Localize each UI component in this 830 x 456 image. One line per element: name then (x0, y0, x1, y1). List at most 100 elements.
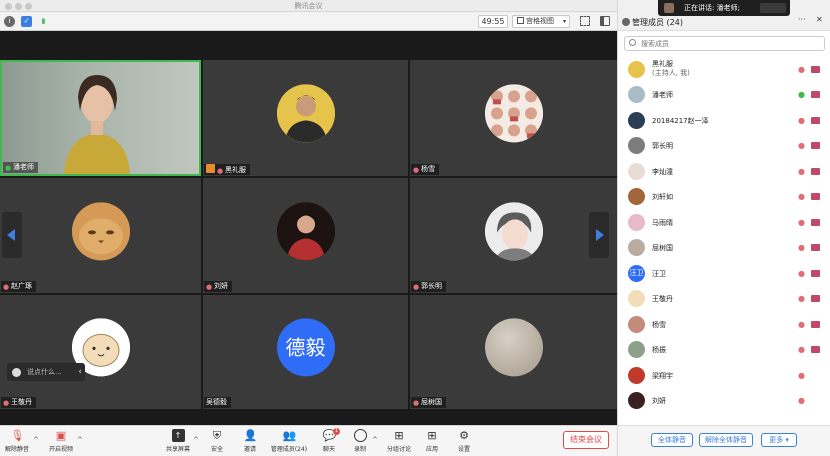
chevron-up-icon[interactable]: ^ (77, 436, 83, 444)
share-screen-label: 共享屏幕 (165, 446, 190, 453)
video-off-icon[interactable] (811, 168, 820, 175)
more-options-icon[interactable]: ··· (798, 15, 806, 24)
invite-button[interactable]: 👤 邀请 (233, 429, 267, 455)
video-tile[interactable]: ● 屈树国 (410, 295, 617, 409)
participant-name: 屈树国 (421, 398, 442, 406)
mic-muted-icon[interactable]: ● (798, 371, 805, 380)
member-row[interactable]: 郭长明 ● (618, 133, 830, 159)
chevron-left-icon[interactable]: ‹ (78, 363, 82, 381)
mic-icon[interactable]: ● (798, 90, 805, 99)
video-tile[interactable]: ● 潘老师 (0, 60, 201, 176)
record-icon (353, 429, 367, 442)
video-off-icon[interactable] (811, 66, 820, 73)
close-icon[interactable]: ✕ (816, 15, 823, 24)
member-search[interactable] (624, 36, 825, 51)
member-row[interactable]: 杨振 ● (618, 337, 830, 363)
share-screen-button[interactable]: ↑ 共享屏幕 (161, 429, 195, 455)
member-row[interactable]: 梁翔宇 ● (618, 363, 830, 389)
mic-muted-icon[interactable]: ● (798, 141, 805, 150)
member-row[interactable]: 潘老师 ● (618, 82, 830, 108)
member-row[interactable]: 刘妍 ● (618, 388, 830, 414)
mic-muted-icon[interactable]: ● (798, 167, 805, 176)
chat-button[interactable]: 💬 1 聊天 (312, 428, 346, 455)
mic-muted-icon: ● (413, 166, 420, 174)
member-search-input[interactable] (641, 38, 821, 49)
end-meeting-button[interactable]: 结束会议 (563, 431, 609, 449)
video-grid: ● 潘老师 ● 黑礼服 ● 杨雪 ● 赵广琢 ● 刘妍 ● 郭长明 ● 王敬丹 … (0, 31, 617, 425)
mic-muted-icon[interactable]: ● (798, 192, 805, 201)
member-row[interactable]: 汪卫 汪卫 ● (618, 261, 830, 287)
member-row[interactable]: 屈树国 ● (618, 235, 830, 261)
mic-muted-icon: ● (206, 283, 213, 291)
emoji-icon[interactable] (12, 368, 21, 377)
video-off-icon[interactable] (811, 193, 820, 200)
mic-muted-icon[interactable]: ● (798, 65, 805, 74)
more-button[interactable]: 更多 ▾ (761, 433, 797, 447)
info-icon[interactable]: i (4, 16, 15, 27)
member-avatar (628, 163, 645, 180)
participant-name: 黑礼服 (225, 166, 246, 174)
mic-muted-icon[interactable]: ● (798, 243, 805, 252)
member-name: 王敬丹 (652, 295, 673, 303)
fullscreen-icon[interactable] (580, 16, 590, 26)
member-row[interactable]: 王敬丹 ● (618, 286, 830, 312)
sidebar-toggle-icon[interactable] (600, 16, 610, 26)
member-row[interactable]: 马雨晴 ● (618, 210, 830, 236)
video-off-icon[interactable] (811, 270, 820, 277)
member-row[interactable]: 李灿潼 ● (618, 159, 830, 185)
security-label: 安全 (210, 446, 223, 453)
video-off-icon[interactable] (811, 346, 820, 353)
quick-chat-input[interactable]: 说点什么... ‹ (7, 363, 85, 381)
participant-avatar: 德毅 (276, 318, 335, 377)
member-row[interactable]: 20184217赵一泽 ● (618, 108, 830, 134)
video-tile[interactable]: 德毅 吴德毅 (203, 295, 408, 409)
next-page-button[interactable] (589, 212, 609, 258)
video-tile[interactable]: ● 黑礼服 (203, 60, 408, 176)
signal-icon[interactable]: ▮ (38, 16, 49, 27)
mic-muted-icon[interactable]: ● (798, 294, 805, 303)
manage-members-button[interactable]: 👥 管理成员(24) (267, 429, 311, 455)
video-tile[interactable]: ● 赵广琢 (0, 178, 201, 293)
video-off-icon[interactable] (811, 91, 820, 98)
video-tile[interactable]: ● 杨雪 (410, 60, 617, 176)
video-off-icon[interactable] (811, 142, 820, 149)
unmute-button[interactable]: 🎙 解除静音 (0, 429, 34, 455)
video-tile[interactable]: ● 郭长明 (410, 178, 617, 293)
start-video-button[interactable]: ▣ 开启视频 (44, 429, 78, 455)
apps-button[interactable]: ⊞ 应用 (415, 429, 449, 455)
mic-muted-icon[interactable]: ● (798, 269, 805, 278)
shield-icon[interactable]: ✓ (21, 16, 32, 27)
gear-icon: ⚙ (459, 429, 469, 442)
participant-name: 潘老师 (13, 163, 34, 171)
mic-muted-icon[interactable]: ● (798, 218, 805, 227)
member-name: 汪卫 (652, 270, 666, 278)
participant-name-tag: ● 郭长明 (411, 281, 446, 292)
mic-muted-icon[interactable]: ● (798, 396, 805, 405)
video-off-icon[interactable] (811, 244, 820, 251)
member-row[interactable]: 杨雪 ● (618, 312, 830, 338)
share-screen-icon: ↑ (171, 429, 185, 442)
member-row[interactable]: 黑礼服 (主持人, 我) ● (618, 57, 830, 83)
settings-button[interactable]: ⚙ 设置 (447, 429, 481, 455)
volume-icon (760, 3, 786, 13)
video-off-icon[interactable] (811, 321, 820, 328)
video-off-icon[interactable] (811, 117, 820, 124)
video-off-icon[interactable] (811, 295, 820, 302)
video-off-icon[interactable] (811, 219, 820, 226)
member-name: 杨雪 (652, 321, 666, 329)
video-tile[interactable]: ● 王敬丹 (0, 295, 201, 409)
record-button[interactable]: 录制 (343, 429, 377, 455)
breakout-rooms-button[interactable]: ⊞ 分组讨论 (382, 429, 416, 455)
mic-muted-icon[interactable]: ● (798, 345, 805, 354)
video-tile[interactable]: ● 刘妍 (203, 178, 408, 293)
mute-all-button[interactable]: 全体静音 (651, 433, 693, 447)
chevron-up-icon[interactable]: ^ (193, 436, 199, 444)
view-mode-dropdown[interactable]: 宫格视图 ▾ (512, 15, 570, 28)
mic-muted-icon[interactable]: ● (798, 320, 805, 329)
security-button[interactable]: ⛨ 安全 (200, 429, 234, 455)
member-row[interactable]: 刘轩如 ● (618, 184, 830, 210)
previous-page-button[interactable] (2, 212, 22, 258)
chevron-up-icon[interactable]: ^ (33, 436, 39, 444)
unmute-all-button[interactable]: 解除全体静音 (699, 433, 753, 447)
mic-muted-icon[interactable]: ● (798, 116, 805, 125)
